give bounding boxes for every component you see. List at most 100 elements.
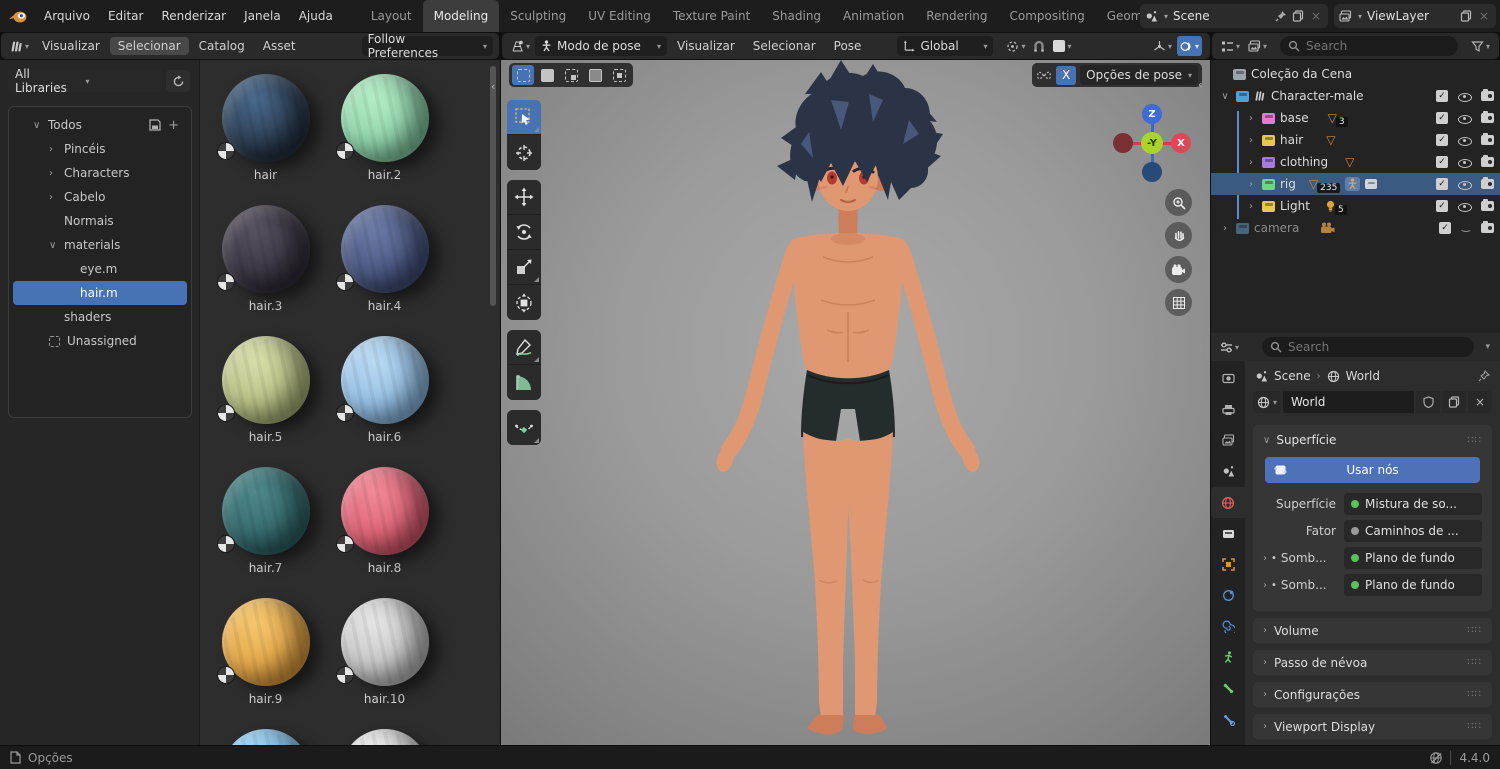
topbar-menu[interactable]: Janela bbox=[235, 0, 290, 32]
catalog-item[interactable]: eye.m bbox=[13, 257, 187, 281]
editor-type-asset-icon[interactable]: ▾ bbox=[7, 36, 32, 56]
tool-pose-breakdowner[interactable] bbox=[507, 410, 541, 445]
eye-icon[interactable] bbox=[1457, 112, 1472, 125]
expand-arrow[interactable]: › bbox=[1219, 223, 1231, 234]
tab-constraints[interactable] bbox=[1211, 580, 1245, 611]
collapsed-panel[interactable]: › Viewport Display ∷∷ bbox=[1253, 714, 1492, 739]
axis-z[interactable]: Z bbox=[1142, 104, 1162, 124]
scene-selector[interactable]: ▾ Scene × bbox=[1140, 4, 1328, 28]
tab-output[interactable] bbox=[1211, 394, 1245, 425]
import-method-dropdown[interactable]: Follow Preferences ▾ bbox=[361, 32, 493, 60]
axis-z-neg[interactable] bbox=[1142, 162, 1162, 182]
mode-dropdown[interactable]: Modo de pose ▾ bbox=[535, 36, 668, 56]
outliner-row-camera[interactable]: › camera bbox=[1211, 217, 1500, 239]
expand-arrow[interactable]: › bbox=[49, 192, 64, 203]
asset-item[interactable]: hair bbox=[206, 74, 325, 183]
expand-arrow[interactable]: › bbox=[49, 144, 64, 155]
tool-transform[interactable] bbox=[507, 285, 541, 320]
checkbox-icon[interactable] bbox=[1436, 90, 1448, 102]
asset-item[interactable]: hair.2 bbox=[325, 74, 444, 183]
render-camera-icon[interactable] bbox=[1481, 110, 1494, 123]
workspace-tab[interactable]: Compositing bbox=[999, 0, 1096, 32]
new-viewlayer-icon[interactable] bbox=[1460, 10, 1472, 22]
tab-collection[interactable] bbox=[1211, 518, 1245, 549]
new-scene-icon[interactable] bbox=[1292, 10, 1304, 22]
editor-type-outliner-icon[interactable]: ▾ bbox=[1218, 36, 1243, 56]
select-mode-intersect[interactable] bbox=[608, 65, 630, 85]
catalog-item-root[interactable]: ∨ Todos + bbox=[13, 113, 187, 137]
expand-arrow[interactable]: ∨ bbox=[33, 120, 48, 131]
tool-measure[interactable] bbox=[507, 365, 541, 400]
viewport-menu[interactable]: Visualizar bbox=[669, 37, 743, 55]
pin-icon[interactable] bbox=[1275, 10, 1287, 22]
node-value-chip[interactable]: Mistura de so... bbox=[1344, 493, 1482, 515]
overlays-toggle[interactable]: ▾ bbox=[1176, 36, 1202, 56]
asset-item[interactable]: hair.3 bbox=[206, 205, 325, 314]
add-catalog-icon[interactable]: + bbox=[168, 118, 179, 133]
snap-magnet-icon[interactable] bbox=[1030, 36, 1048, 56]
render-camera-icon[interactable] bbox=[1481, 220, 1494, 233]
copy-datablock-icon[interactable] bbox=[1442, 391, 1466, 413]
eye-closed-icon[interactable] bbox=[1460, 225, 1472, 232]
viewport-menu[interactable]: Pose bbox=[826, 37, 870, 55]
tab-bone-constraint[interactable] bbox=[1211, 704, 1245, 735]
tab-bone[interactable] bbox=[1211, 673, 1245, 704]
expand-arrow[interactable]: › bbox=[1245, 201, 1257, 212]
checkbox-icon[interactable] bbox=[1436, 134, 1448, 146]
scene-icon[interactable] bbox=[1255, 370, 1268, 383]
render-camera-icon[interactable] bbox=[1481, 176, 1494, 189]
node-value-chip[interactable]: Plano de fundo bbox=[1344, 547, 1482, 569]
editor-type-properties-icon[interactable]: ▾ bbox=[1217, 337, 1242, 357]
blender-logo-icon[interactable] bbox=[0, 9, 35, 24]
catalog-item[interactable]: › Characters bbox=[13, 161, 187, 185]
select-mode-subtract[interactable] bbox=[560, 65, 582, 85]
workspace-tab[interactable]: Animation bbox=[832, 0, 915, 32]
node-value-chip[interactable]: Caminhos de ... bbox=[1344, 520, 1482, 542]
tab-physics[interactable] bbox=[1211, 611, 1245, 642]
expand-arrow[interactable]: › bbox=[1263, 553, 1267, 564]
collapsed-panel[interactable]: › Passo de névoa ∷∷ bbox=[1253, 650, 1492, 675]
expand-arrow[interactable]: ∨ bbox=[1219, 91, 1231, 102]
render-camera-icon[interactable] bbox=[1481, 198, 1494, 211]
tab-world[interactable] bbox=[1211, 487, 1245, 518]
outliner-row-light[interactable]: › Light 5 bbox=[1211, 195, 1500, 217]
workspace-tab[interactable]: Sculpting bbox=[499, 0, 577, 32]
save-icon[interactable] bbox=[149, 119, 161, 131]
render-camera-icon[interactable] bbox=[1481, 154, 1494, 167]
checkbox-icon[interactable] bbox=[1439, 222, 1451, 234]
properties-search-input[interactable] bbox=[1288, 340, 1389, 354]
collapsed-panel[interactable]: › Configurações ∷∷ bbox=[1253, 682, 1492, 707]
tab-view-layer[interactable] bbox=[1211, 425, 1245, 456]
catalog-item-unassigned[interactable]: Unassigned bbox=[13, 329, 187, 353]
eye-icon[interactable] bbox=[1457, 200, 1472, 213]
editor-type-viewport-icon[interactable]: ▾ bbox=[508, 36, 533, 56]
network-offline-icon[interactable] bbox=[1429, 751, 1443, 765]
expand-arrow[interactable]: › bbox=[1245, 113, 1257, 124]
display-mode-dropdown[interactable]: ▾ bbox=[1245, 36, 1270, 56]
surface-panel-header[interactable]: ∨ Superfície ∷∷ bbox=[1253, 431, 1492, 449]
unlink-scene-icon[interactable]: × bbox=[1309, 9, 1323, 23]
asset-item[interactable]: hair.9 bbox=[206, 598, 325, 707]
snap-target-dropdown[interactable]: ▾ bbox=[1050, 36, 1074, 56]
drag-grip-icon[interactable]: ∷∷ bbox=[1467, 721, 1482, 732]
world-datablock-dropdown[interactable]: ▾ bbox=[1253, 391, 1282, 413]
viewlayer-selector[interactable]: ▾ ViewLayer × bbox=[1334, 4, 1496, 28]
viewport-menu[interactable]: Selecionar bbox=[745, 37, 824, 55]
fake-user-shield-icon[interactable] bbox=[1416, 391, 1440, 413]
select-mode-invert[interactable] bbox=[584, 65, 606, 85]
topbar-menu[interactable]: Renderizar bbox=[152, 0, 235, 32]
checkbox-icon[interactable] bbox=[1436, 178, 1448, 190]
asset-header-menu[interactable]: Visualizar bbox=[34, 37, 108, 55]
collapsed-panel[interactable]: › Volume ∷∷ bbox=[1253, 618, 1492, 643]
workspace-tab[interactable]: Modeling bbox=[422, 0, 500, 32]
workspace-tab[interactable]: Texture Paint bbox=[662, 0, 761, 32]
drag-grip-icon[interactable]: ∷∷ bbox=[1467, 689, 1482, 700]
eye-icon[interactable] bbox=[1457, 178, 1472, 191]
npanel-collapse-icon[interactable]: ‹ bbox=[1198, 78, 1202, 91]
remove-viewlayer-icon[interactable]: × bbox=[1477, 9, 1491, 23]
use-nodes-button[interactable]: Usar nós bbox=[1265, 457, 1480, 483]
topbar-menu[interactable]: Editar bbox=[99, 0, 153, 32]
select-mode-set[interactable] bbox=[512, 65, 534, 85]
render-camera-icon[interactable] bbox=[1481, 132, 1494, 145]
outliner-search[interactable] bbox=[1280, 36, 1458, 56]
